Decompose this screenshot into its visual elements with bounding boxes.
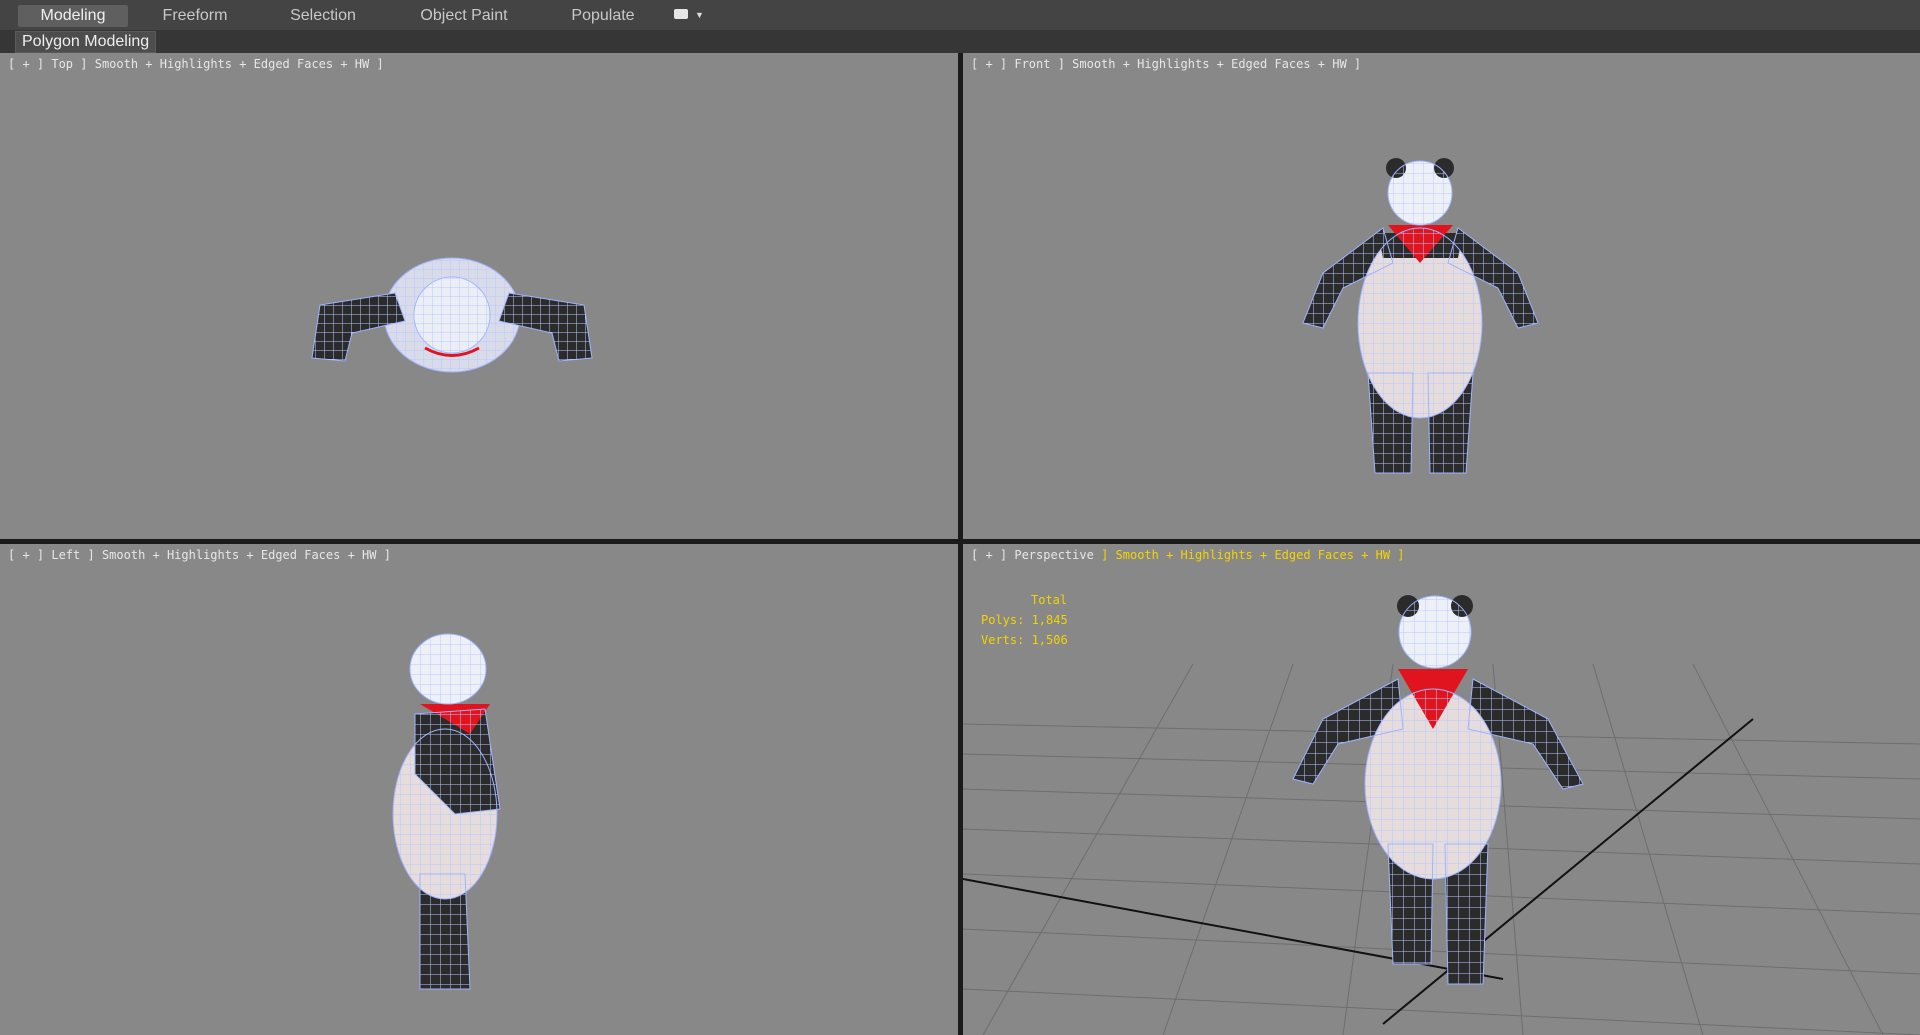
viewport-front[interactable]: [ + ] Front ] Smooth + Highlights + Edge…	[963, 53, 1920, 539]
polygon-modeling-panel-label[interactable]: Polygon Modeling	[15, 31, 157, 53]
ribbon-tabs: Modeling Freeform Selection Object Paint…	[0, 0, 1920, 31]
panda-model-left-view[interactable]	[0, 544, 958, 1035]
panda-model-front-view[interactable]	[963, 53, 1920, 539]
viewport-perspective[interactable]: [ + ] Perspective ] Smooth + Highlights …	[963, 544, 1920, 1035]
tab-modeling[interactable]: Modeling	[18, 5, 128, 27]
tab-object-paint[interactable]: Object Paint	[404, 5, 524, 27]
tab-selection[interactable]: Selection	[268, 5, 378, 27]
panda-model-top-view[interactable]	[0, 53, 958, 539]
tab-freeform[interactable]: Freeform	[140, 5, 250, 27]
viewport-top[interactable]: [ + ] Top ] Smooth + Highlights + Edged …	[0, 53, 958, 539]
perspective-grid-and-model[interactable]	[963, 544, 1920, 1035]
viewport-left[interactable]: [ + ] Left ] Smooth + Highlights + Edged…	[0, 544, 958, 1035]
dropdown-options-icon[interactable]	[674, 9, 688, 19]
chevron-down-icon[interactable]: ▼	[695, 10, 704, 20]
tab-populate[interactable]: Populate	[548, 5, 658, 27]
ribbon-panel-bar: Polygon Modeling	[0, 30, 1920, 53]
